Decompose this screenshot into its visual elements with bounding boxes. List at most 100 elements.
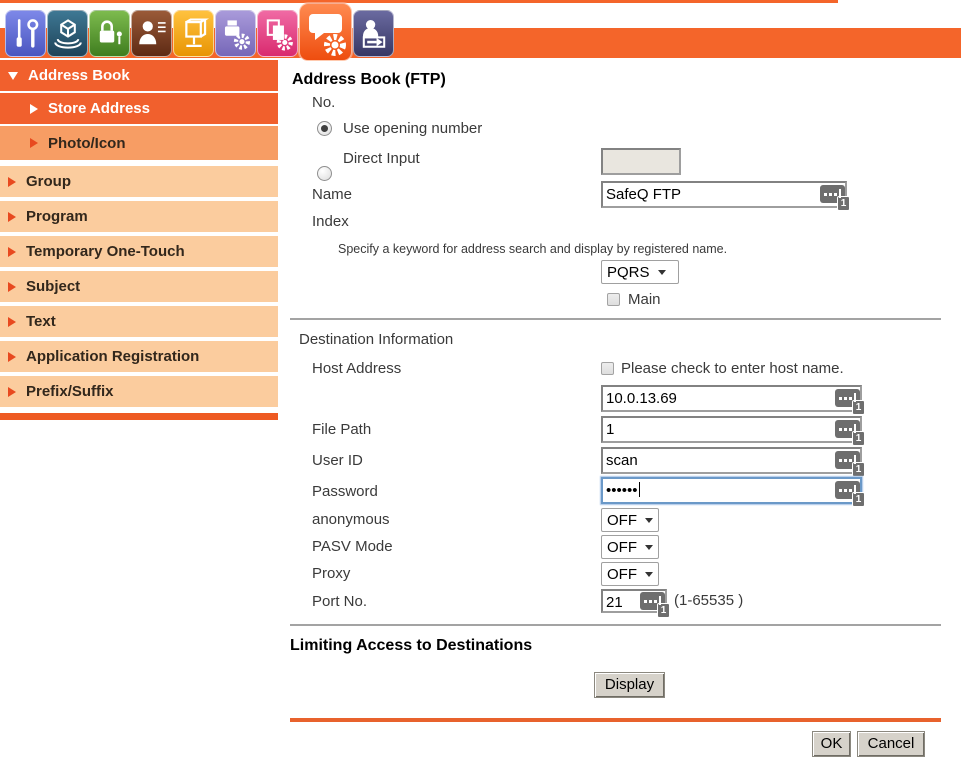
network-icon[interactable]: [173, 10, 214, 57]
password-field[interactable]: •••••• 1: [601, 477, 862, 504]
index-select[interactable]: PQRS: [601, 260, 679, 284]
soft-keyboard-icon[interactable]: 1: [835, 481, 860, 499]
file-path-label: File Path: [312, 421, 371, 438]
screen: Address Book Store Address Photo/Icon Gr…: [0, 0, 961, 761]
name-label: Name: [312, 186, 352, 203]
dropdown-arrow-icon: [645, 518, 653, 527]
anonymous-label: anonymous: [312, 511, 390, 528]
sidebar-item-label: Subject: [26, 278, 80, 295]
pasv-mode-label: PASV Mode: [312, 538, 393, 555]
sidebar-item-label: Photo/Icon: [48, 135, 126, 152]
chevron-right-icon: [8, 352, 16, 362]
chevron-right-icon: [8, 317, 16, 327]
maintenance-icon[interactable]: [5, 10, 46, 57]
sidebar-item-label: Address Book: [28, 67, 130, 84]
footer-orange-rule: [290, 718, 941, 722]
section-divider: [290, 624, 941, 626]
ok-button[interactable]: OK: [812, 731, 851, 757]
top-orange-line: [0, 0, 838, 3]
proxy-label: Proxy: [312, 565, 350, 582]
soft-keyboard-icon[interactable]: 1: [640, 592, 665, 610]
chevron-right-icon: [30, 138, 38, 148]
password-value: ••••••: [606, 482, 638, 499]
device-information-icon[interactable]: [47, 10, 88, 57]
sidebar-item-address-book[interactable]: Address Book: [0, 60, 278, 91]
print-setting-icon[interactable]: [215, 10, 256, 57]
host-name-checkbox[interactable]: [601, 362, 614, 375]
dropdown-arrow-icon: [645, 545, 653, 554]
user-id-field[interactable]: scan 1: [601, 447, 862, 474]
direct-input-radio[interactable]: [317, 166, 332, 181]
use-opening-number-radio[interactable]: [317, 121, 332, 136]
host-address-label: Host Address: [312, 360, 401, 377]
chevron-right-icon: [8, 387, 16, 397]
name-value: SafeQ FTP: [606, 186, 681, 203]
file-path-field[interactable]: 1 1: [601, 416, 862, 443]
soft-keyboard-icon[interactable]: 1: [835, 420, 860, 438]
host-name-checkbox-label: Please check to enter host name.: [621, 360, 844, 377]
sidebar-item-subject[interactable]: Subject: [0, 271, 278, 302]
chevron-right-icon: [8, 247, 16, 257]
dropdown-arrow-icon: [645, 572, 653, 581]
sidebar-item-temporary-one-touch[interactable]: Temporary One-Touch: [0, 236, 278, 267]
sidebar-item-label: Application Registration: [26, 348, 199, 365]
sidebar-item-photo-icon[interactable]: Photo/Icon: [0, 126, 278, 160]
password-label: Password: [312, 483, 378, 500]
sidebar-item-text[interactable]: Text: [0, 306, 278, 337]
index-select-value: PQRS: [607, 264, 650, 281]
chevron-right-icon: [8, 177, 16, 187]
sidebar-item-label: Prefix/Suffix: [26, 383, 114, 400]
sidebar-item-label: Group: [26, 173, 71, 190]
sidebar-item-program[interactable]: Program: [0, 201, 278, 232]
port-no-label: Port No.: [312, 593, 367, 610]
sidebar-item-label: Temporary One-Touch: [26, 243, 185, 260]
pasv-mode-select[interactable]: OFF: [601, 535, 659, 559]
page-title: Address Book (FTP): [292, 71, 446, 89]
destination-information-label: Destination Information: [299, 331, 453, 348]
main-panel: Address Book (FTP) No. Use opening numbe…: [290, 60, 945, 761]
security-icon[interactable]: [89, 10, 130, 57]
cancel-button[interactable]: Cancel: [857, 731, 925, 757]
text-caret: [639, 482, 640, 497]
soft-keyboard-icon[interactable]: 1: [820, 185, 845, 203]
sidebar-item-group[interactable]: Group: [0, 166, 278, 197]
section-divider: [290, 318, 941, 320]
direct-input-label: Direct Input: [343, 150, 420, 167]
sidebar-item-store-address[interactable]: Store Address: [0, 93, 278, 124]
proxy-select[interactable]: OFF: [601, 562, 659, 586]
sidebar-item-prefix-suffix[interactable]: Prefix/Suffix: [0, 376, 278, 407]
file-path-value: 1: [606, 421, 614, 438]
store-address-icon[interactable]: [299, 3, 352, 61]
display-button[interactable]: Display: [594, 672, 665, 698]
soft-keyboard-icon[interactable]: 1: [835, 389, 860, 407]
no-label: No.: [312, 94, 335, 111]
chevron-right-icon: [8, 212, 16, 222]
port-no-value: 21: [606, 594, 623, 611]
logout-icon[interactable]: [353, 10, 394, 57]
sidebar-item-label: Program: [26, 208, 88, 225]
index-hint: Specify a keyword for address search and…: [338, 242, 727, 256]
host-address-field[interactable]: 10.0.13.69 1: [601, 385, 862, 412]
chevron-down-icon: [8, 72, 18, 80]
chevron-right-icon: [8, 282, 16, 292]
limiting-access-title: Limiting Access to Destinations: [290, 637, 532, 655]
user-id-label: User ID: [312, 452, 363, 469]
soft-keyboard-icon[interactable]: 1: [835, 451, 860, 469]
job-setting-icon[interactable]: [257, 10, 298, 57]
name-field[interactable]: SafeQ FTP 1: [601, 181, 847, 208]
port-range-label: (1-65535 ): [674, 592, 743, 609]
sidebar-end-bar: [0, 413, 278, 420]
host-address-value: 10.0.13.69: [606, 390, 677, 407]
chevron-right-icon: [30, 104, 38, 114]
user-id-value: scan: [606, 452, 638, 469]
main-checkbox-label: Main: [628, 291, 661, 308]
sidebar-item-application-registration[interactable]: Application Registration: [0, 341, 278, 372]
main-checkbox[interactable]: [607, 293, 620, 306]
sidebar-item-label: Store Address: [48, 100, 150, 117]
dropdown-arrow-icon: [658, 270, 666, 279]
anonymous-select[interactable]: OFF: [601, 508, 659, 532]
port-no-field[interactable]: 21 1: [601, 589, 667, 613]
index-label: Index: [312, 213, 349, 230]
direct-input-field[interactable]: [601, 148, 681, 175]
user-auth-icon[interactable]: [131, 10, 172, 57]
